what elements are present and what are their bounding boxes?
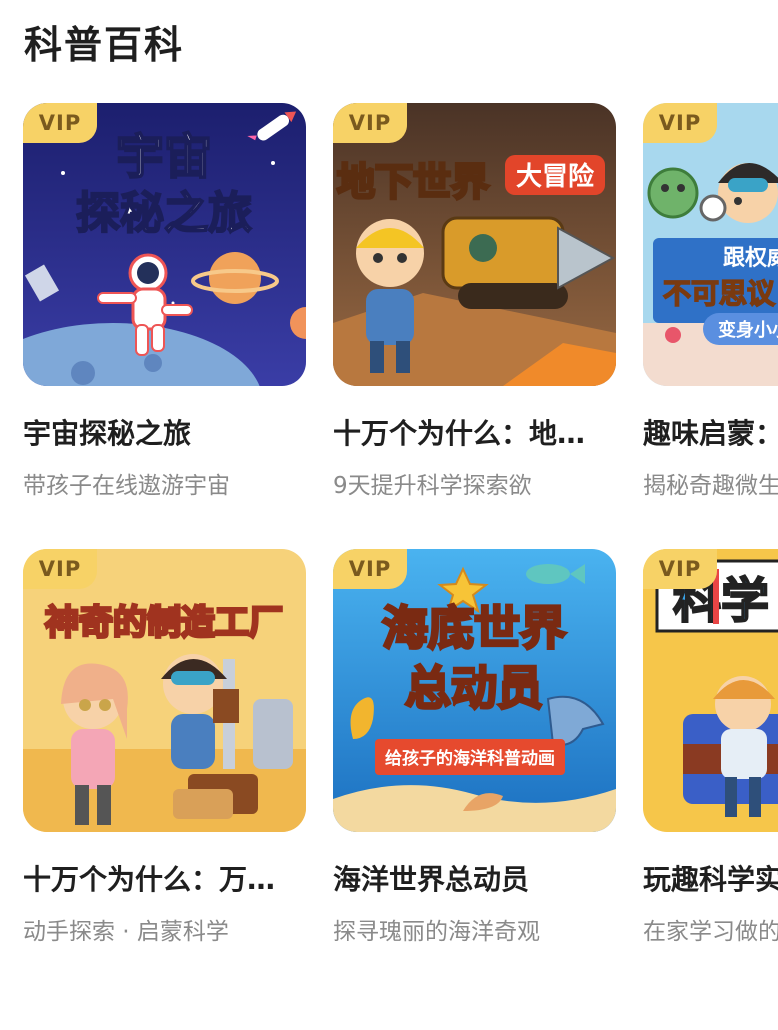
card-title[interactable]: 宇宙探秘之旅: [23, 412, 306, 452]
vip-badge: VIP: [23, 103, 97, 143]
vip-badge: VIP: [23, 549, 97, 589]
svg-text:海底世界: 海底世界: [382, 601, 566, 655]
svg-text:不可思议: 不可思议: [663, 277, 776, 310]
card-title[interactable]: 十万个为什么：万…: [23, 858, 306, 898]
svg-text:变身小小: 变身小小: [718, 319, 778, 341]
course-card-science[interactable]: 科学 VIP 玩趣科学实 在家学习做的: [643, 549, 778, 946]
vip-badge: VIP: [643, 549, 717, 589]
svg-text:地下世界: 地下世界: [337, 160, 489, 204]
card-title[interactable]: 海洋世界总动员: [333, 858, 616, 898]
svg-text:探秘之旅: 探秘之旅: [76, 188, 252, 239]
course-cover[interactable]: 科学 VIP: [643, 549, 778, 832]
section-title: 科普百科: [24, 23, 185, 67]
vip-badge: VIP: [333, 549, 407, 589]
course-cover[interactable]: 地下世界 大冒险 VIP: [333, 103, 616, 386]
course-card-space[interactable]: 宇宙 探秘之旅 VIP 宇宙探秘之旅 带孩子在线遨游宇宙: [23, 103, 306, 500]
course-cover[interactable]: 海底世界 总动员 给孩子的海洋科普动画 VIP: [333, 549, 616, 832]
course-cover[interactable]: 神奇的制造工厂 VIP: [23, 549, 306, 832]
course-cover[interactable]: 宇宙 探秘之旅 VIP: [23, 103, 306, 386]
course-card-factory[interactable]: 神奇的制造工厂 VIP 十万个为什么：万… 动手探索 · 启蒙科学: [23, 549, 306, 946]
card-subtitle: 探寻瑰丽的海洋奇观: [333, 919, 540, 945]
svg-text:给孩子的海洋科普动画: 给孩子的海洋科普动画: [385, 748, 555, 769]
svg-text:大冒险: 大冒险: [516, 161, 595, 192]
vip-badge: VIP: [643, 103, 717, 143]
cover-title-text: 宇宙: [116, 129, 212, 185]
course-card-microbes[interactable]: 跟权威 不可思议 变身小小 VIP 趣味启蒙： 揭秘奇趣微生: [643, 103, 778, 500]
card-subtitle: 动手探索 · 启蒙科学: [23, 919, 229, 945]
svg-text:神奇的制造工厂: 神奇的制造工厂: [45, 603, 283, 643]
card-title[interactable]: 趣味启蒙：: [643, 412, 778, 452]
course-cover[interactable]: 跟权威 不可思议 变身小小 VIP: [643, 103, 778, 386]
card-title[interactable]: 十万个为什么：地…: [333, 412, 616, 452]
svg-text:跟权威: 跟权威: [723, 245, 778, 271]
card-subtitle: 在家学习做的: [643, 919, 778, 945]
card-subtitle: 揭秘奇趣微生: [643, 473, 778, 499]
course-card-ocean[interactable]: 海底世界 总动员 给孩子的海洋科普动画 VIP 海洋世界总动员 探寻瑰丽的海洋奇…: [333, 549, 616, 946]
svg-text:总动员: 总动员: [405, 661, 543, 715]
card-title[interactable]: 玩趣科学实: [643, 858, 778, 898]
course-card-underground[interactable]: 地下世界 大冒险 VIP 十万个为什么：地… 9天提升科学探索欲: [333, 103, 616, 500]
card-subtitle: 带孩子在线遨游宇宙: [23, 473, 230, 499]
card-subtitle: 9天提升科学探索欲: [333, 473, 532, 499]
vip-badge: VIP: [333, 103, 407, 143]
